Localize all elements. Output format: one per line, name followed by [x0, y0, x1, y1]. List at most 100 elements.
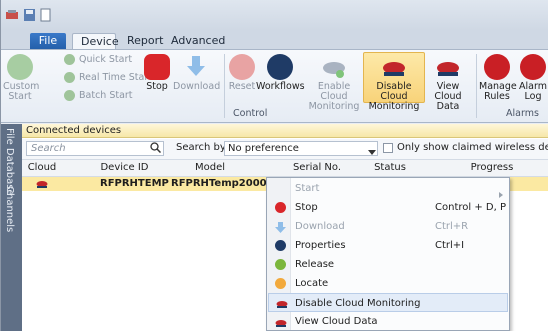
locate-icon [275, 278, 286, 289]
cloud-disable-icon [381, 54, 407, 80]
view-cloud-data-label: View Cloud Data [434, 81, 462, 112]
tab-channels[interactable]: Channels [4, 186, 15, 232]
batch-start-label: Batch Start [79, 90, 133, 101]
application-window: File Device Report Advanced Custom Start… [0, 0, 548, 331]
group-label-control: Control [233, 108, 268, 119]
stop-icon [144, 54, 170, 80]
menu-item-locate[interactable]: Locate [268, 274, 508, 293]
workflows-icon [267, 54, 293, 80]
cloud-disable-icon [276, 297, 288, 308]
column-header[interactable]: Status [366, 160, 414, 176]
real-time-start-icon [64, 72, 75, 83]
device-id-cell: RFPRHTEMP [100, 178, 169, 189]
reset-label: Reset [228, 81, 256, 92]
menu-item-shortcut: Control + D, P [435, 202, 506, 213]
menu-item-label: Properties [295, 240, 346, 251]
save-icon[interactable] [23, 8, 37, 22]
group-label-alarms: Alarms [506, 108, 539, 119]
workflows-label: Workflows [256, 81, 305, 92]
menu-item-label: Download [295, 221, 345, 232]
search-by-label: Search by: [176, 142, 229, 153]
app-icon [5, 8, 19, 22]
alarm-log-button[interactable]: Alarm Log [516, 54, 548, 102]
workflows-button[interactable]: Workflows [256, 54, 305, 92]
ribbon-divider [476, 54, 477, 118]
cloud-status-icon [36, 179, 48, 194]
reset-button[interactable]: Reset [227, 54, 257, 92]
view-cloud-data-button[interactable]: View Cloud Data [426, 54, 470, 112]
search-icon[interactable] [150, 142, 162, 156]
side-tabs: File Database Channels [1, 124, 22, 331]
menu-item-label: Locate [295, 278, 329, 289]
model-cell: RFPRHTemp2000A [171, 178, 275, 189]
tab-device[interactable]: Device [72, 33, 119, 50]
tab-advanced[interactable]: Advanced [163, 33, 233, 50]
start-icon [7, 54, 33, 80]
stop-button[interactable]: Stop [142, 54, 172, 92]
real-time-start-button[interactable]: Real Time Start [64, 71, 152, 85]
enable-cloud-monitoring-button[interactable]: Enable Cloud Monitoring [305, 54, 363, 112]
menu-item-view-cloud-data[interactable]: View Cloud Data [268, 312, 508, 331]
chevron-down-icon[interactable] [368, 145, 376, 158]
custom-start-button[interactable]: Custom Start [3, 54, 40, 102]
cloud-data-icon [435, 54, 461, 80]
column-header[interactable]: Model [188, 160, 232, 176]
ribbon: Custom Start Quick Start Real Time Start… [1, 49, 548, 123]
menu-item-shortcut: Ctrl+R [435, 221, 469, 232]
cloud-data-icon [275, 316, 287, 327]
column-header[interactable]: Device ID [92, 160, 157, 176]
menu-item-label: Release [295, 259, 335, 270]
enable-cloud-monitoring-label: Enable Cloud Monitoring [308, 81, 360, 112]
claimed-only-checkbox[interactable] [383, 143, 393, 153]
title-bar [1, 0, 548, 30]
alarm-log-icon [520, 54, 546, 80]
alarm-log-label: Alarm Log [519, 81, 547, 102]
menu-item-start[interactable]: Start [268, 179, 508, 198]
stop-label: Stop [146, 81, 168, 92]
search-bar: Search Search by: No preference Only sho… [22, 139, 548, 160]
menu-item-stop[interactable]: Stop Control + D, P [268, 198, 508, 217]
menu-item-label: Start [295, 183, 320, 194]
alarm-bell-icon [484, 54, 510, 80]
info-icon [275, 240, 286, 251]
menu-item-shortcut: Ctrl+I [435, 240, 465, 251]
release-icon [275, 259, 286, 270]
search-input[interactable]: Search [26, 141, 164, 156]
context-menu: Start Stop Control + D, P Download Ctrl+… [266, 177, 510, 331]
manage-rules-label: Manage Rules [479, 81, 517, 102]
menu-item-label: View Cloud Data [295, 316, 378, 327]
custom-start-label: Custom Start [3, 81, 40, 102]
ribbon-divider [224, 54, 225, 118]
quick-start-button[interactable]: Quick Start [64, 53, 132, 67]
ribbon-tabs: File Device Report Advanced [1, 30, 548, 50]
search-by-select[interactable]: No preference [224, 141, 378, 156]
disable-cloud-monitoring-content: Disable Cloud Monitoring [364, 54, 424, 112]
column-header[interactable]: Serial No. [287, 160, 347, 176]
menu-item-label: Stop [295, 202, 318, 213]
disable-cloud-monitoring-label: Disable Cloud Monitoring [368, 81, 420, 112]
batch-start-icon [64, 90, 75, 101]
menu-item-download[interactable]: Download Ctrl+R [268, 217, 508, 236]
quick-start-label: Quick Start [79, 54, 133, 65]
menu-item-release[interactable]: Release [268, 255, 508, 274]
table-header: Cloud Device ID Model Serial No. Status … [22, 160, 548, 177]
download-icon [183, 54, 209, 80]
column-header[interactable]: Progress [462, 160, 522, 176]
menu-item-label: Disable Cloud Monitoring [295, 298, 421, 309]
download-icon [275, 221, 286, 233]
claimed-only-label: Only show claimed wireless devices [397, 142, 548, 153]
tab-file[interactable]: File [30, 33, 66, 50]
column-header[interactable]: Cloud [22, 160, 62, 176]
quick-start-icon [64, 54, 75, 65]
download-label: Download [173, 81, 221, 92]
reset-icon [229, 54, 255, 80]
download-button[interactable]: Download [173, 54, 221, 92]
menu-item-properties[interactable]: Properties Ctrl+I [268, 236, 508, 255]
stop-icon [275, 202, 286, 213]
manage-rules-button[interactable]: Manage Rules [479, 54, 517, 102]
document-icon[interactable] [39, 8, 53, 22]
cloud-enable-icon [321, 54, 347, 80]
batch-start-button[interactable]: Batch Start [64, 89, 133, 103]
menu-item-disable-cloud-monitoring[interactable]: Disable Cloud Monitoring [268, 293, 508, 312]
panel-title: Connected devices [22, 124, 548, 138]
